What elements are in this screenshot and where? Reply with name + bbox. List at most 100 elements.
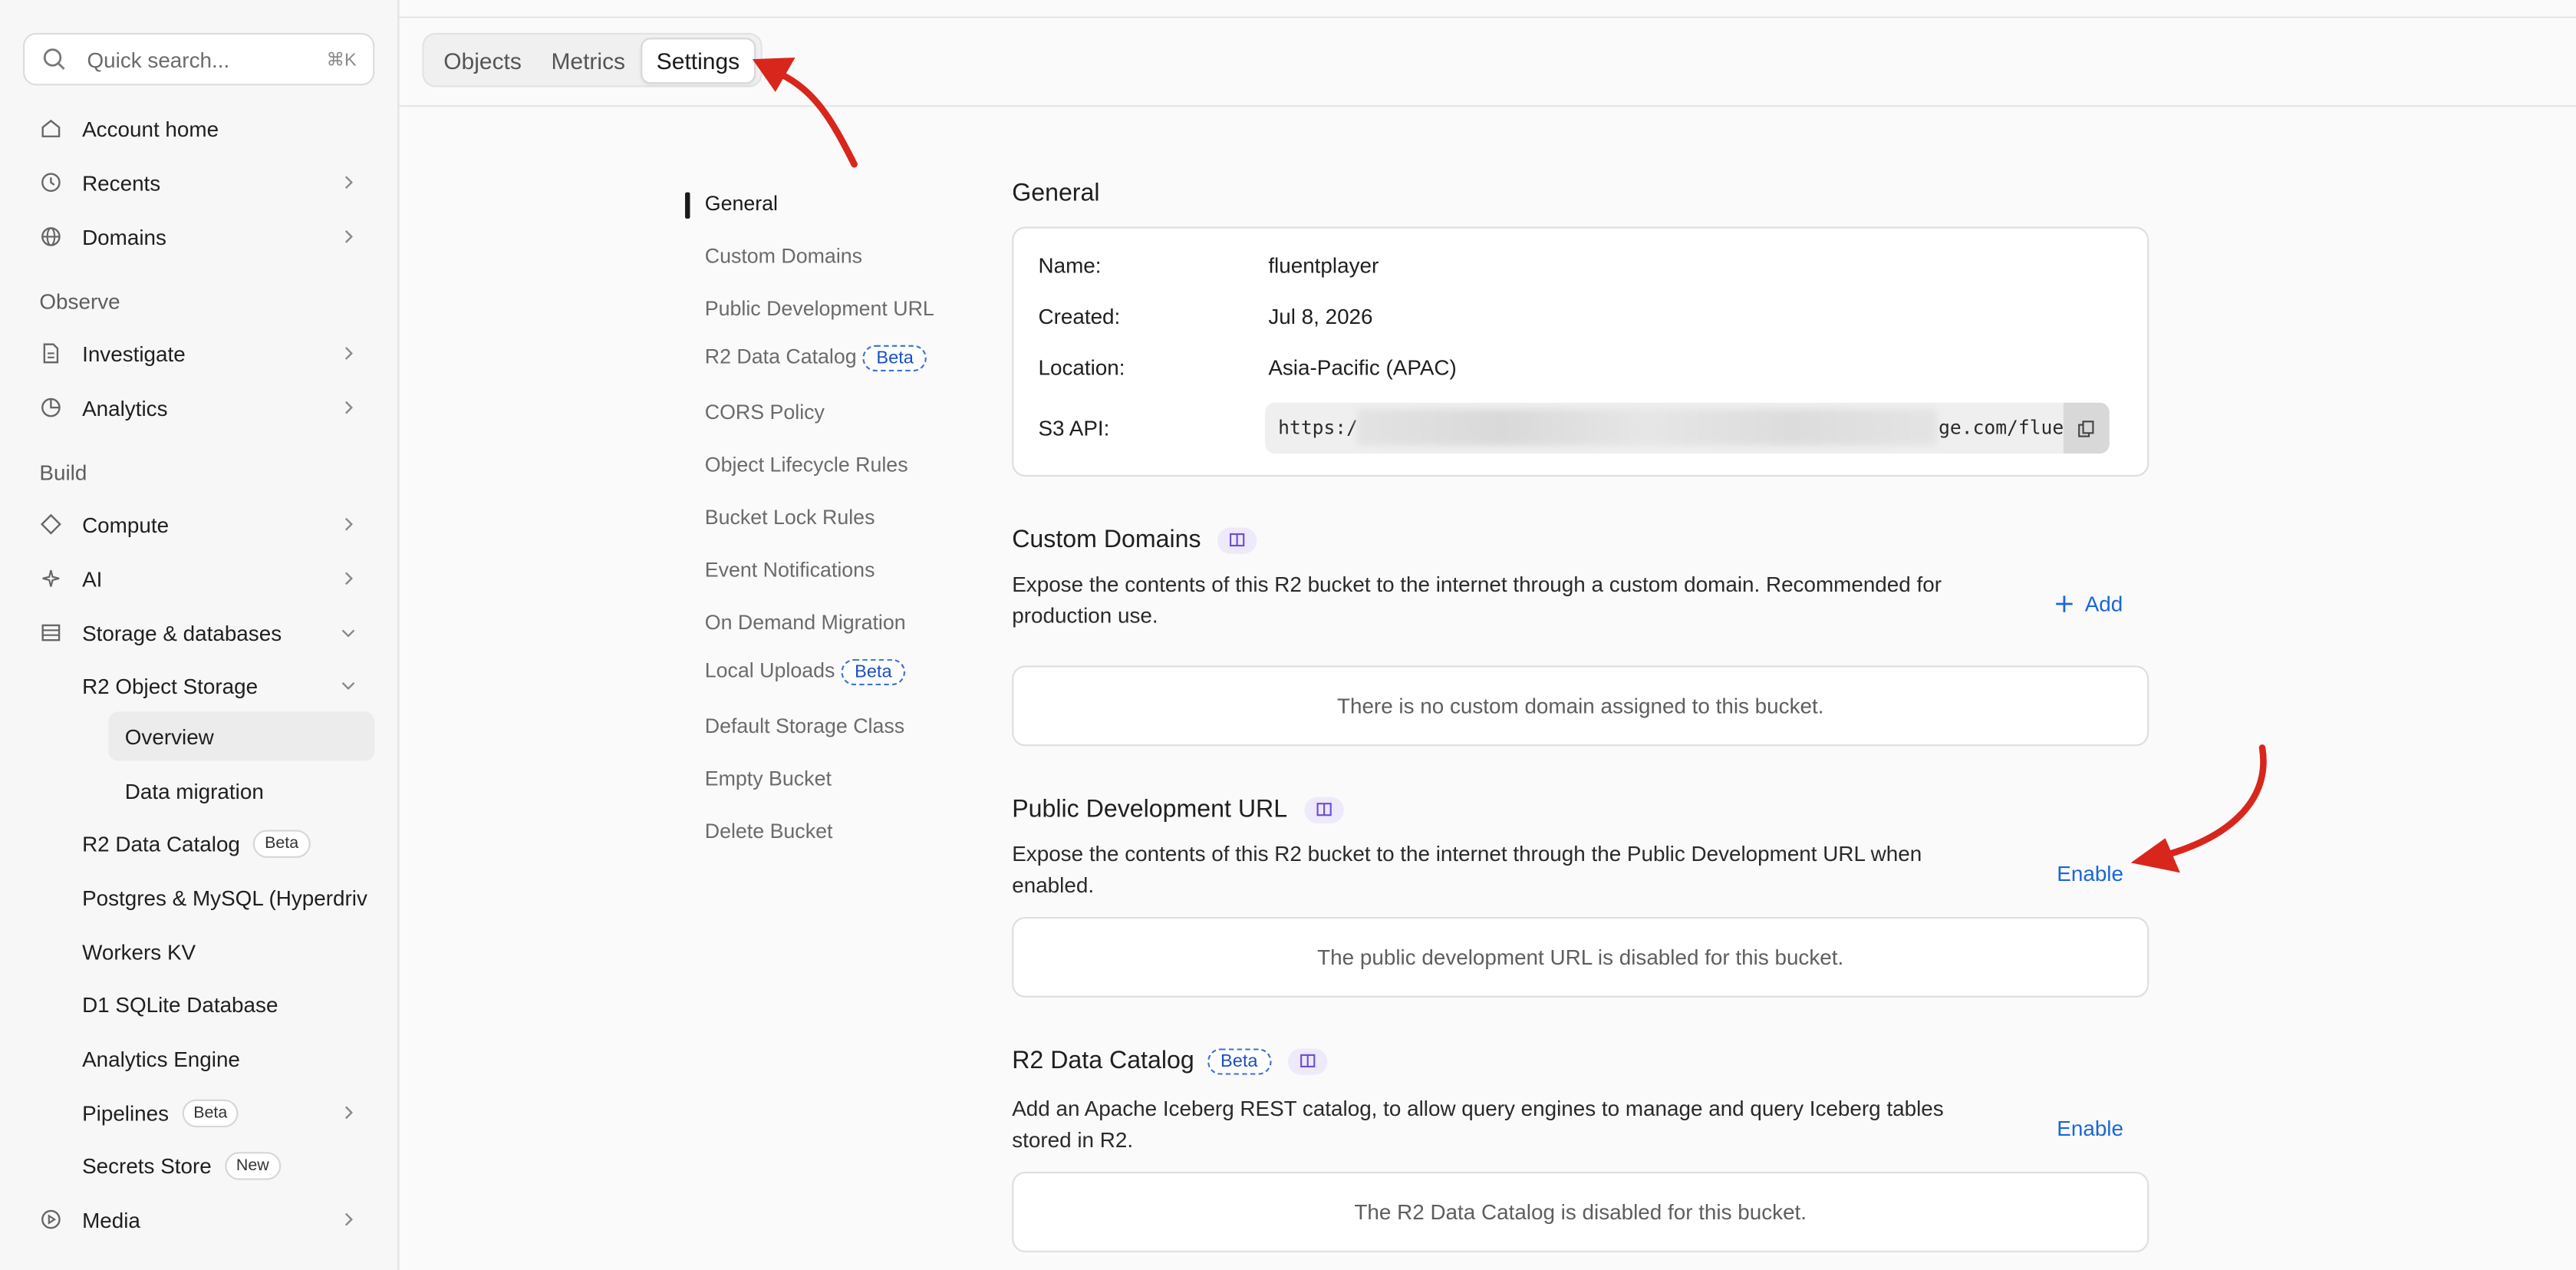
- sidebar-item-postgres[interactable]: Postgres & MySQL (Hyperdriv: [82, 873, 377, 922]
- subnav-general[interactable]: General: [705, 193, 778, 216]
- sidebar-item-ai[interactable]: AI: [23, 554, 374, 603]
- custom-domains-empty: There is no custom domain assigned to th…: [1012, 665, 2149, 747]
- sidebar-item-d1[interactable]: D1 SQLite Database: [82, 979, 278, 1028]
- sidebar-item-label: Storage & databases: [82, 620, 282, 645]
- sidebar-item-recents[interactable]: Recents: [23, 158, 374, 207]
- chevron-right-icon: [344, 347, 353, 360]
- sidebar-item-label: Compute: [82, 512, 170, 537]
- subnav-empty-bucket[interactable]: Empty Bucket: [705, 767, 832, 790]
- sidebar-item-workers-kv[interactable]: Workers KV: [82, 927, 196, 976]
- document-search-icon: [39, 341, 62, 365]
- sidebar-item-label: Investigate: [82, 341, 186, 366]
- public-dev-url-description: Expose the contents of this R2 bucket to…: [1012, 841, 1922, 898]
- search-box[interactable]: Quick search... ⌘K: [22, 32, 375, 86]
- sidebar-item-r2[interactable]: R2 Object Storage: [82, 661, 374, 710]
- redacted-region: [1356, 409, 1937, 446]
- beta-badge: Beta: [253, 829, 311, 857]
- sidebar-item-account-home[interactable]: Account home: [23, 104, 374, 153]
- subnav-delete-bucket[interactable]: Delete Bucket: [705, 820, 833, 843]
- sidebar-item-storage[interactable]: Storage & databases: [23, 608, 374, 657]
- sidebar-item-data-migration[interactable]: Data migration: [125, 766, 264, 815]
- subnav-event-notifications[interactable]: Event Notifications: [705, 559, 875, 582]
- plus-icon: [2056, 595, 2073, 612]
- subnav-lifecycle-rules[interactable]: Object Lifecycle Rules: [705, 454, 908, 477]
- subnav-on-demand-migration[interactable]: On Demand Migration: [705, 612, 906, 635]
- sidebar: Quick search... ⌘K Account home Recents …: [0, 0, 400, 1270]
- sidebar-item-compute[interactable]: Compute: [23, 500, 374, 549]
- created-value: Jul 8, 2026: [1268, 304, 1373, 329]
- name-label: Name:: [1038, 252, 1102, 278]
- docs-icon[interactable]: [1287, 1047, 1327, 1074]
- sidebar-item-investigate[interactable]: Investigate: [23, 328, 374, 378]
- pie-chart-icon: [39, 396, 62, 419]
- database-icon: [39, 622, 62, 645]
- beta-badge: Beta: [841, 658, 905, 686]
- chevron-right-icon: [344, 401, 353, 414]
- top-divider: [399, 16, 2576, 18]
- play-circle-icon: [39, 1208, 62, 1231]
- sidebar-item-label: Media: [82, 1207, 140, 1232]
- sidebar-item-label: Account home: [82, 115, 219, 141]
- chevron-right-icon: [344, 572, 353, 586]
- subnav-default-storage-class[interactable]: Default Storage Class: [705, 715, 904, 738]
- sidebar-item-analytics[interactable]: Analytics: [23, 383, 374, 432]
- new-badge: New: [224, 1151, 281, 1179]
- chevron-right-icon: [344, 1106, 353, 1120]
- sidebar-item-label: Recents: [82, 170, 161, 195]
- subnav-public-dev-url[interactable]: Public Development URL: [705, 298, 934, 321]
- search-shortcut: ⌘K: [326, 50, 357, 71]
- chevron-right-icon: [344, 1212, 353, 1226]
- subnav-cors-policy[interactable]: CORS Policy: [705, 401, 825, 424]
- general-heading: General: [1012, 179, 1100, 207]
- globe-icon: [39, 225, 62, 248]
- custom-domains-description: Expose the contents of this R2 bucket to…: [1012, 572, 1942, 628]
- tab-objects[interactable]: Objects: [429, 38, 536, 81]
- subnav-bucket-lock-rules[interactable]: Bucket Lock Rules: [705, 506, 875, 529]
- arrow-to-settings-tab: [776, 71, 858, 168]
- subnav-r2-data-catalog[interactable]: R2 Data Catalog Beta: [705, 345, 927, 372]
- r2-data-catalog-heading: R2 Data Catalog Beta: [1012, 1047, 1327, 1075]
- sidebar-item-analytics-engine[interactable]: Analytics Engine: [82, 1034, 240, 1083]
- public-dev-url-empty: The public development URL is disabled f…: [1012, 917, 2149, 998]
- sidebar-item-label: Analytics: [82, 395, 168, 421]
- r2-data-catalog-description: Add an Apache Iceberg REST catalog, to a…: [1012, 1096, 1944, 1153]
- enable-public-dev-url-button[interactable]: Enable: [2057, 861, 2123, 886]
- beta-badge: Beta: [1207, 1047, 1271, 1074]
- sparkle-icon: [39, 567, 62, 590]
- enable-r2-data-catalog-button[interactable]: Enable: [2057, 1116, 2123, 1140]
- chevron-right-icon: [344, 230, 353, 243]
- sidebar-item-label: AI: [82, 566, 103, 591]
- sidebar-item-domains[interactable]: Domains: [23, 212, 374, 261]
- location-label: Location:: [1038, 355, 1125, 380]
- docs-icon[interactable]: [1217, 526, 1257, 553]
- beta-badge: Beta: [182, 1098, 239, 1127]
- sidebar-item-label: Domains: [82, 224, 166, 249]
- r2-data-catalog-empty: The R2 Data Catalog is disabled for this…: [1012, 1171, 2149, 1252]
- sidebar-item-pipelines[interactable]: Pipelines Beta: [82, 1088, 374, 1137]
- sidebar-item-secrets-store[interactable]: Secrets Store New: [82, 1140, 281, 1189]
- name-value: fluentplayer: [1268, 252, 1379, 278]
- sidebar-item-overview[interactable]: Overview: [108, 711, 375, 761]
- chevron-right-icon: [344, 176, 353, 190]
- sidebar-item-r2-data-catalog[interactable]: R2 Data Catalog Beta: [82, 819, 311, 868]
- search-icon: [43, 48, 65, 70]
- tab-metrics[interactable]: Metrics: [536, 38, 640, 81]
- header-divider: [399, 105, 2576, 107]
- bucket-tabs: Objects Metrics Settings: [422, 32, 763, 87]
- add-custom-domain-button[interactable]: Add: [2054, 592, 2123, 616]
- public-dev-url-heading: Public Development URL: [1012, 796, 1343, 823]
- subnav-local-uploads[interactable]: Local Uploads Beta: [705, 658, 905, 686]
- copy-icon: [2078, 420, 2094, 437]
- subnav-custom-domains[interactable]: Custom Domains: [705, 245, 862, 268]
- diamond-icon: [39, 513, 62, 536]
- sidebar-item-media[interactable]: Media: [23, 1195, 374, 1244]
- copy-button[interactable]: [2063, 402, 2110, 454]
- home-icon: [39, 117, 62, 140]
- search-input[interactable]: Quick search...: [87, 47, 327, 71]
- arrow-to-enable: [2152, 744, 2267, 862]
- s3-api-url[interactable]: https:/ ge.com/fluen: [1265, 402, 2110, 454]
- general-card: Name: fluentplayer Created: Jul 8, 2026 …: [1012, 226, 2149, 477]
- docs-icon[interactable]: [1303, 796, 1343, 823]
- created-label: Created:: [1038, 304, 1121, 329]
- tab-settings[interactable]: Settings: [640, 37, 756, 84]
